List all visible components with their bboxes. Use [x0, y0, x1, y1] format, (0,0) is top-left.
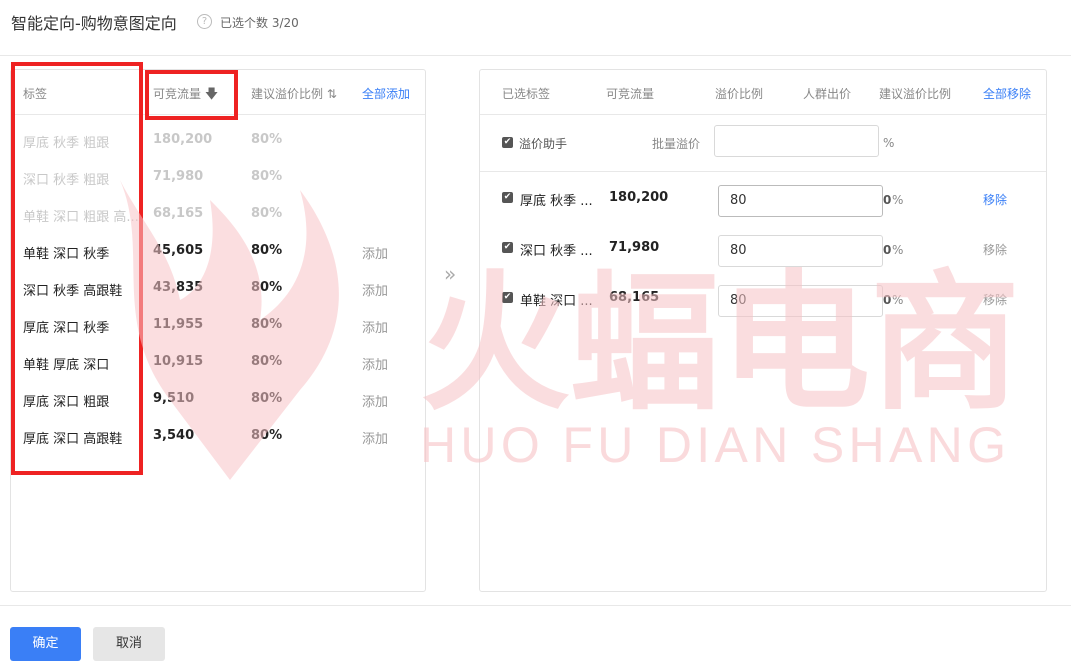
batch-unit: %: [883, 136, 895, 150]
add-button[interactable]: 添加: [362, 354, 388, 373]
row-traffic: 45,605: [153, 243, 204, 258]
batch-premium-input[interactable]: [714, 125, 879, 157]
row-traffic: 180,200: [153, 132, 213, 147]
annotation-box-traffic: [145, 70, 238, 120]
premium-input[interactable]: 80: [718, 185, 883, 217]
row-suggest: 0: [883, 293, 892, 307]
sort-toggle-icon: ⇅: [326, 87, 337, 101]
add-all-button[interactable]: 全部添加: [362, 85, 410, 102]
annotation-box-tags: [11, 62, 143, 475]
remove-all-button[interactable]: 全部移除: [983, 85, 1031, 102]
row-unit: %: [892, 293, 904, 307]
row-traffic: 68,165: [609, 290, 660, 305]
row-suggest: 0: [883, 243, 892, 257]
row-tag: 深口 秋季 ...: [520, 244, 593, 259]
row-traffic: 71,980: [153, 169, 204, 184]
selected-row: ✔ 单鞋 深口 ... 68,165 80 0 % 移除: [480, 283, 1046, 323]
row-ratio: 80%: [251, 169, 283, 184]
add-button[interactable]: 添加: [362, 391, 388, 410]
column-selected-tag: 已选标签: [502, 87, 551, 101]
row-checkbox[interactable]: ✔: [502, 292, 513, 303]
row-ratio: 80%: [251, 132, 283, 147]
page-title: 智能定向-购物意图定向: [11, 14, 177, 33]
row-ratio: 80%: [251, 280, 283, 295]
row-traffic: 10,915: [153, 354, 204, 369]
row-ratio: 80%: [251, 391, 283, 406]
row-ratio: 80%: [251, 317, 283, 332]
dialog-header: 智能定向-购物意图定向 ? 已选个数 3/20: [0, 0, 1071, 56]
column-suggest-ratio[interactable]: 建议溢价比例 ⇅: [251, 85, 337, 102]
add-button[interactable]: 添加: [362, 428, 388, 447]
premium-input[interactable]: 80: [718, 285, 883, 317]
row-ratio: 80%: [251, 243, 283, 258]
row-ratio: 80%: [251, 428, 283, 443]
column-crowd-bid: 人群出价: [803, 87, 852, 101]
selected-tags-header: 已选标签 可竞流量 溢价比例 人群出价 建议溢价比例 全部移除: [480, 70, 1046, 115]
row-traffic: 180,200: [609, 190, 669, 205]
selected-row: ✔ 厚底 秋季 ... 180,200 80 0 % 移除: [480, 183, 1046, 223]
row-traffic: 3,540: [153, 428, 195, 443]
row-traffic: 9,510: [153, 391, 195, 406]
remove-button[interactable]: 移除: [983, 191, 1007, 208]
row-ratio: 80%: [251, 354, 283, 369]
divider: [480, 171, 1046, 172]
remove-button[interactable]: 移除: [983, 291, 1007, 308]
add-button[interactable]: 添加: [362, 317, 388, 336]
row-tag: 厚底 秋季 ...: [520, 194, 593, 209]
row-checkbox[interactable]: ✔: [502, 242, 513, 253]
add-button[interactable]: 添加: [362, 243, 388, 262]
footer-divider: [0, 605, 1071, 606]
batch-label: 批量溢价: [652, 137, 701, 151]
chevron-right-icon: »: [444, 262, 457, 286]
selected-count: 已选个数 3/20: [220, 16, 299, 30]
row-checkbox[interactable]: ✔: [502, 192, 513, 203]
row-traffic: 11,955: [153, 317, 204, 332]
cancel-button[interactable]: 取消: [93, 627, 165, 661]
column-traffic: 可竞流量: [606, 87, 655, 101]
row-traffic: 43,835: [153, 280, 204, 295]
row-traffic: 68,165: [153, 206, 204, 221]
column-suggest-ratio-label: 建议溢价比例: [251, 87, 324, 101]
confirm-button[interactable]: 确定: [10, 627, 81, 661]
premium-input[interactable]: 80: [718, 235, 883, 267]
remove-button[interactable]: 移除: [983, 241, 1007, 258]
column-suggest-ratio: 建议溢价比例: [879, 87, 952, 101]
helper-label: 溢价助手: [519, 137, 568, 151]
help-icon[interactable]: ?: [197, 14, 212, 29]
selected-row: ✔ 深口 秋季 ... 71,980 80 0 % 移除: [480, 233, 1046, 273]
add-button[interactable]: 添加: [362, 280, 388, 299]
row-unit: %: [892, 193, 904, 207]
row-suggest: 0: [883, 193, 892, 207]
row-unit: %: [892, 243, 904, 257]
helper-checkbox[interactable]: ✔: [502, 137, 513, 148]
row-ratio: 80%: [251, 206, 283, 221]
row-traffic: 71,980: [609, 240, 660, 255]
selected-tags-panel: 已选标签 可竞流量 溢价比例 人群出价 建议溢价比例 全部移除 ✔ 溢价助手 批…: [479, 69, 1047, 592]
column-ratio: 溢价比例: [715, 87, 764, 101]
row-tag: 单鞋 深口 ...: [520, 294, 593, 309]
